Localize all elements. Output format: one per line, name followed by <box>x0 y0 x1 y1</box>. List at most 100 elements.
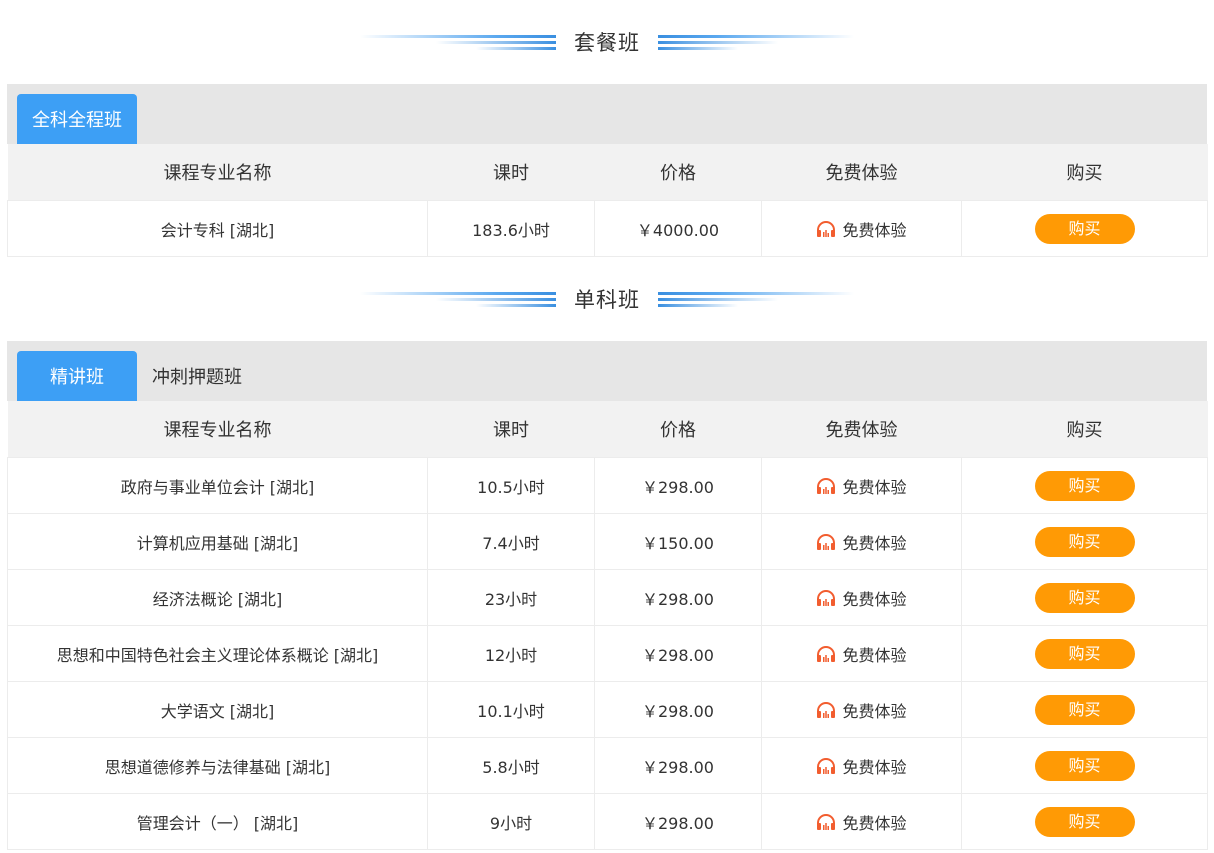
single-tab-bar: 精讲班 冲刺押题班 <box>7 341 1207 401</box>
headphone-icon <box>816 589 836 606</box>
headphone-icon <box>816 533 836 550</box>
free-trial-link[interactable]: 免费体验 <box>816 698 907 722</box>
free-trial-cell: 免费体验 <box>761 513 962 570</box>
header-hours: 课时 <box>427 144 595 201</box>
table-row: 计算机应用基础 [湖北] 7.4小时 ￥150.00 免费体验 购买 <box>7 513 1208 570</box>
course-hours: 7.4小时 <box>427 513 595 570</box>
table-row: 思想和中国特色社会主义理论体系概论 [湖北] 12小时 ￥298.00 免费体验 购买 <box>7 625 1208 682</box>
header-buy: 购买 <box>961 144 1208 201</box>
buy-button[interactable]: 购买 <box>1034 750 1135 781</box>
free-trial-label: 免费体验 <box>842 589 907 609</box>
header-course-name: 课程专业名称 <box>7 144 428 201</box>
buy-cell: 购买 <box>961 625 1208 682</box>
section-title-text: 单科班 <box>574 288 640 312</box>
free-trial-label: 免费体验 <box>842 220 907 240</box>
headphone-icon <box>816 645 836 662</box>
free-trial-link[interactable]: 免费体验 <box>816 810 907 834</box>
buy-button[interactable]: 购买 <box>1034 694 1135 725</box>
free-trial-link[interactable]: 免费体验 <box>816 642 907 666</box>
buy-button[interactable]: 购买 <box>1034 526 1135 557</box>
free-trial-label: 免费体验 <box>842 813 907 833</box>
free-trial-cell: 免费体验 <box>761 625 962 682</box>
title-decoration-right <box>658 291 854 307</box>
title-decoration-left <box>360 34 556 50</box>
free-trial-link[interactable]: 免费体验 <box>816 586 907 610</box>
table-row: 政府与事业单位会计 [湖北] 10.5小时 ￥298.00 免费体验 购买 <box>7 457 1208 514</box>
buy-cell: 购买 <box>961 200 1208 257</box>
buy-cell: 购买 <box>961 513 1208 570</box>
buy-button[interactable]: 购买 <box>1034 582 1135 613</box>
free-trial-label: 免费体验 <box>842 701 907 721</box>
package-course-table: 课程专业名称 课时 价格 免费体验 购买 会计专科 [湖北] 183.6小时 ￥40… <box>7 144 1208 257</box>
course-price: ￥298.00 <box>594 625 762 682</box>
free-trial-link[interactable]: 免费体验 <box>816 474 907 498</box>
course-hours: 9小时 <box>427 793 595 850</box>
course-name: 经济法概论 [湖北] <box>7 569 428 626</box>
course-hours: 10.1小时 <box>427 681 595 738</box>
single-course-block: 精讲班 冲刺押题班 课程专业名称 课时 价格 免费体验 购买 政府与事业单位会计… <box>7 341 1208 850</box>
title-decoration-left <box>360 291 556 307</box>
free-trial-label: 免费体验 <box>842 645 907 665</box>
course-price: ￥298.00 <box>594 681 762 738</box>
tab-full-course[interactable]: 全科全程班 <box>17 94 137 144</box>
headphone-icon <box>816 220 836 237</box>
course-price: ￥298.00 <box>594 793 762 850</box>
buy-cell: 购买 <box>961 457 1208 514</box>
header-course-name: 课程专业名称 <box>7 401 428 458</box>
buy-button[interactable]: 购买 <box>1034 470 1135 501</box>
tab-sprint-course[interactable]: 冲刺押题班 <box>137 351 242 401</box>
package-course-block: 全科全程班 课程专业名称 课时 价格 免费体验 购买 会计专科 [湖北] 183.… <box>7 84 1208 257</box>
course-price: ￥150.00 <box>594 513 762 570</box>
headphone-icon <box>816 757 836 774</box>
buy-button[interactable]: 购买 <box>1034 213 1135 244</box>
course-hours: 10.5小时 <box>427 457 595 514</box>
course-name: 思想道德修养与法律基础 [湖北] <box>7 737 428 794</box>
title-decoration-right <box>658 34 854 50</box>
course-price: ￥298.00 <box>594 569 762 626</box>
buy-cell: 购买 <box>961 569 1208 626</box>
course-name: 思想和中国特色社会主义理论体系概论 [湖北] <box>7 625 428 682</box>
table-header-row: 课程专业名称 课时 价格 免费体验 购买 <box>7 401 1208 458</box>
tab-intensive-course[interactable]: 精讲班 <box>17 351 137 401</box>
buy-button[interactable]: 购买 <box>1034 806 1135 837</box>
header-buy: 购买 <box>961 401 1208 458</box>
header-free-trial: 免费体验 <box>761 401 962 458</box>
buy-cell: 购买 <box>961 681 1208 738</box>
section-title-text: 套餐班 <box>574 31 640 55</box>
course-name: 政府与事业单位会计 [湖北] <box>7 457 428 514</box>
free-trial-label: 免费体验 <box>842 757 907 777</box>
course-name: 管理会计（一） [湖北] <box>7 793 428 850</box>
course-name: 计算机应用基础 [湖北] <box>7 513 428 570</box>
free-trial-cell: 免费体验 <box>761 569 962 626</box>
headphone-icon <box>816 701 836 718</box>
package-section-title: 套餐班 <box>0 22 1214 62</box>
free-trial-cell: 免费体验 <box>761 737 962 794</box>
buy-cell: 购买 <box>961 793 1208 850</box>
free-trial-link[interactable]: 免费体验 <box>816 530 907 554</box>
free-trial-link[interactable]: 免费体验 <box>816 754 907 778</box>
free-trial-label: 免费体验 <box>842 477 907 497</box>
header-price: 价格 <box>594 144 762 201</box>
header-hours: 课时 <box>427 401 595 458</box>
package-tab-bar: 全科全程班 <box>7 84 1207 144</box>
single-section-title: 单科班 <box>0 279 1214 319</box>
free-trial-cell: 免费体验 <box>761 681 962 738</box>
headphone-icon <box>816 813 836 830</box>
header-free-trial: 免费体验 <box>761 144 962 201</box>
free-trial-label: 免费体验 <box>842 533 907 553</box>
course-name: 大学语文 [湖北] <box>7 681 428 738</box>
free-trial-link[interactable]: 免费体验 <box>816 217 907 241</box>
course-hours: 5.8小时 <box>427 737 595 794</box>
course-price: ￥298.00 <box>594 737 762 794</box>
course-hours: 12小时 <box>427 625 595 682</box>
header-price: 价格 <box>594 401 762 458</box>
course-hours: 183.6小时 <box>427 200 595 257</box>
course-name: 会计专科 [湖北] <box>7 200 428 257</box>
free-trial-cell: 免费体验 <box>761 200 962 257</box>
table-row: 会计专科 [湖北] 183.6小时 ￥4000.00 免费体验 购买 <box>7 200 1208 257</box>
course-price: ￥4000.00 <box>594 200 762 257</box>
buy-button[interactable]: 购买 <box>1034 638 1135 669</box>
headphone-icon <box>816 477 836 494</box>
course-hours: 23小时 <box>427 569 595 626</box>
single-course-table: 课程专业名称 课时 价格 免费体验 购买 政府与事业单位会计 [湖北] 10.5小… <box>7 401 1208 850</box>
